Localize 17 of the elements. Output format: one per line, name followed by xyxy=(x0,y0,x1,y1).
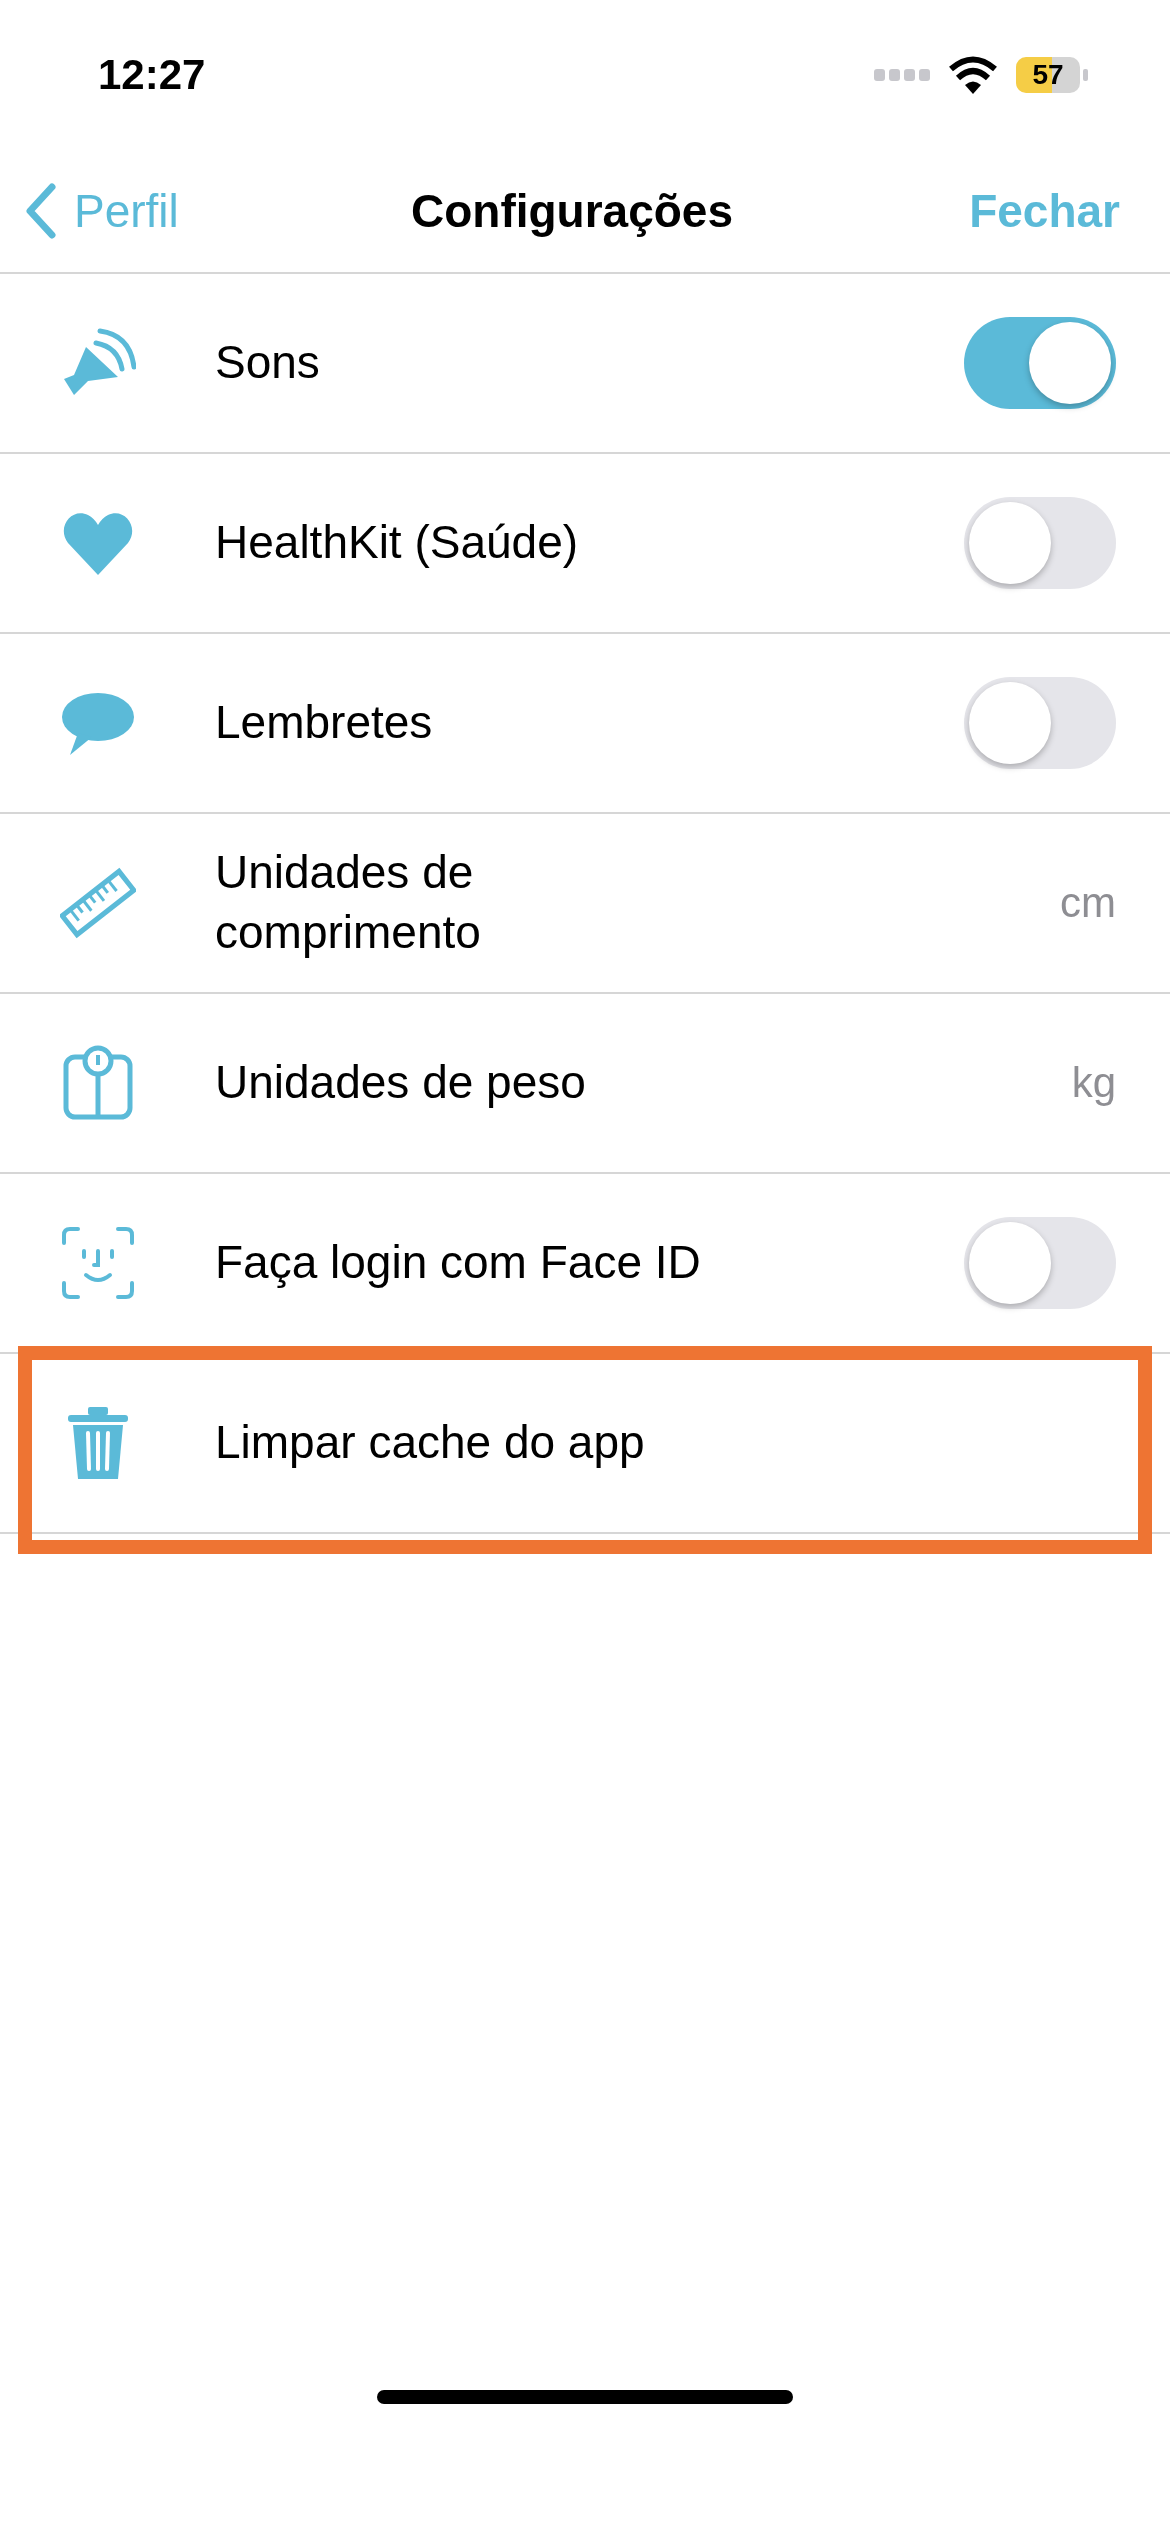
screen-title: Configurações xyxy=(410,184,733,238)
setting-label[interactable]: Limpar cache do app xyxy=(215,1413,1116,1473)
signal-icon xyxy=(874,69,930,81)
ruler-icon xyxy=(59,865,136,941)
battery-tip-icon xyxy=(1083,69,1088,81)
setting-value: cm xyxy=(1060,879,1116,927)
setting-label[interactable]: Unidades de peso xyxy=(215,1053,695,1113)
setting-label[interactable]: Sons xyxy=(215,333,964,393)
setting-value: kg xyxy=(1071,1059,1116,1107)
chevron-left-icon xyxy=(24,183,56,239)
wifi-icon xyxy=(948,56,998,94)
setting-label[interactable]: Unidades de comprimento xyxy=(215,843,695,963)
status-time: 12:27 xyxy=(98,51,206,99)
setting-label[interactable]: HealthKit (Saúde) xyxy=(215,513,964,573)
face-id-icon xyxy=(59,1225,136,1301)
setting-label[interactable]: Faça login com Face ID xyxy=(215,1233,964,1293)
setting-label[interactable]: Lembretes xyxy=(215,693,964,753)
